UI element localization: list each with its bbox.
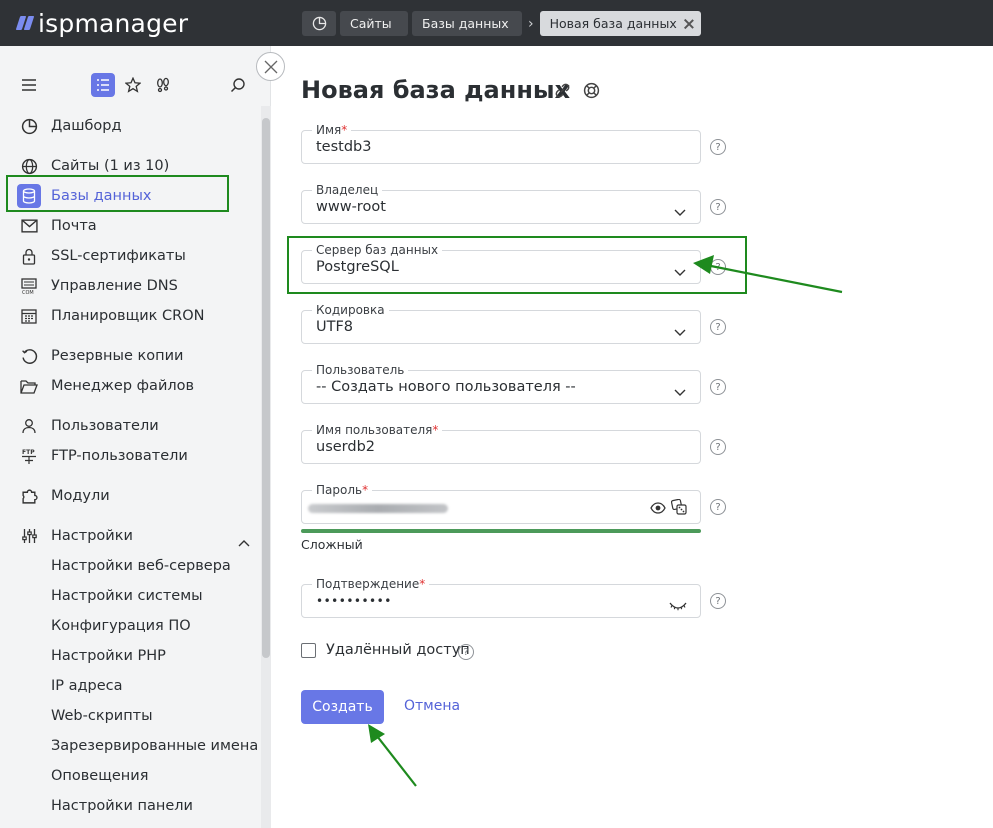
annotation-arrows: [368, 255, 843, 787]
annotation-arrow-create: [368, 724, 417, 787]
annotation-arrow-db-server: [693, 255, 843, 294]
